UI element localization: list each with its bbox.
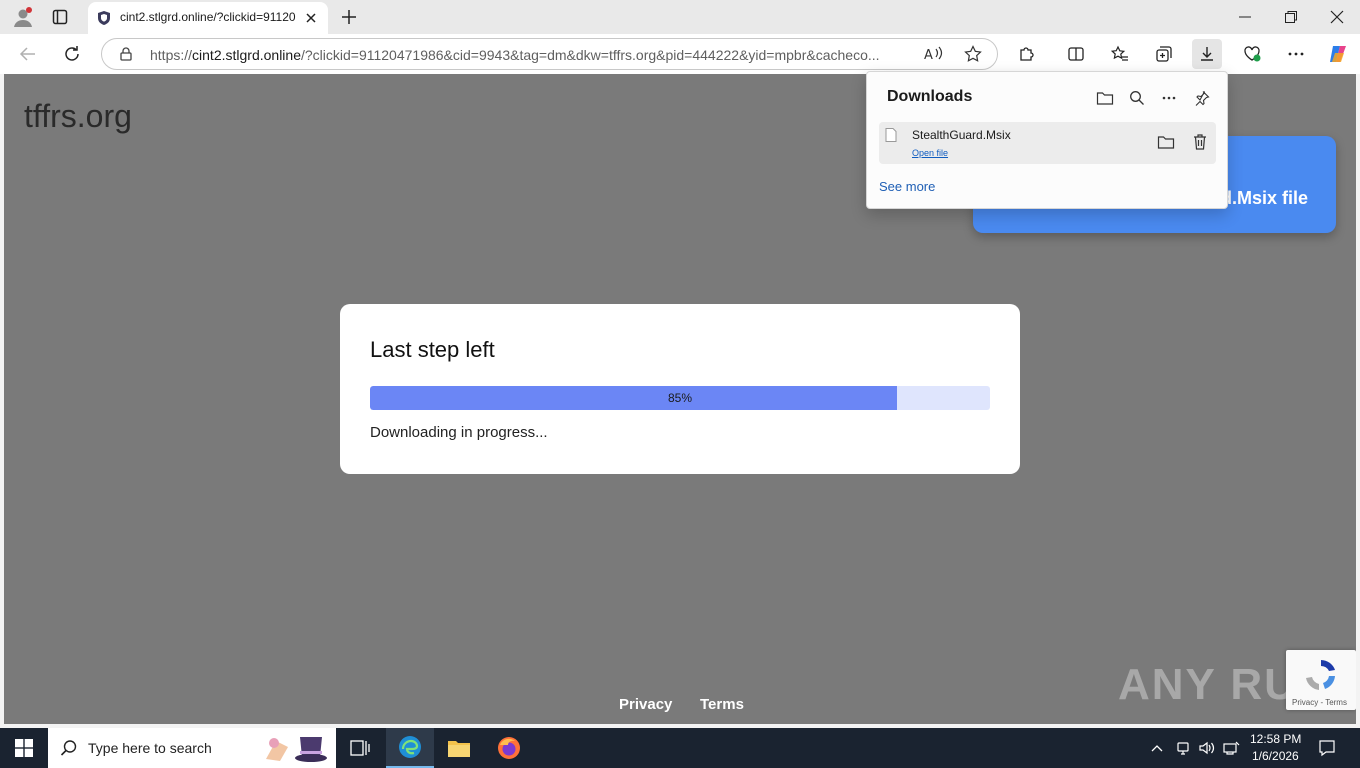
download-icon: [1201, 47, 1213, 61]
url-text[interactable]: https://cint2.stlgrd.online/?clickid=911…: [150, 47, 910, 63]
tab-close-icon[interactable]: [302, 9, 320, 27]
title-bar: cint2.stlgrd.online/?clickid=91120: [0, 0, 1360, 34]
minimize-icon[interactable]: [1238, 10, 1252, 24]
svg-text:A: A: [924, 48, 933, 63]
card-text: d.Msix file: [1220, 188, 1308, 208]
copilot-icon[interactable]: [1323, 39, 1353, 69]
privacy-link[interactable]: Privacy: [619, 696, 672, 713]
downloads-button[interactable]: [1192, 39, 1222, 69]
firefox-button[interactable]: [485, 728, 533, 768]
volume-icon[interactable]: [1198, 740, 1216, 756]
site-name: tffrs.org: [24, 98, 132, 134]
more-menu-icon[interactable]: [1281, 39, 1311, 69]
extensions-icon[interactable]: [1012, 39, 1042, 69]
edge-icon: [399, 736, 421, 758]
lock-icon[interactable]: [119, 47, 133, 61]
search-downloads-icon[interactable]: [1124, 86, 1150, 110]
browser-tab[interactable]: cint2.stlgrd.online/?clickid=91120: [88, 2, 328, 34]
download-item[interactable]: StealthGuard.Msix Open file: [879, 122, 1216, 164]
progress-modal: Last step left 85% Downloading in progre…: [340, 304, 1020, 474]
notification-icon[interactable]: [1318, 739, 1336, 757]
refresh-icon[interactable]: [57, 39, 87, 69]
new-tab-icon[interactable]: [340, 8, 358, 26]
shield-favicon-icon: [96, 10, 112, 26]
open-folder-icon[interactable]: [1092, 86, 1118, 110]
firefox-icon: [498, 737, 520, 759]
file-icon: [885, 128, 897, 142]
address-bar[interactable]: https://cint2.stlgrd.online/?clickid=911…: [101, 38, 998, 70]
folder-icon: [448, 741, 470, 757]
windows-icon: [15, 739, 33, 757]
progress-label: 85%: [667, 391, 693, 405]
network-status-icon[interactable]: [1175, 740, 1191, 756]
profile-icon[interactable]: [12, 6, 34, 28]
collections-icon[interactable]: [1149, 39, 1179, 69]
progress-bar: 85%: [370, 386, 990, 410]
file-explorer-button[interactable]: [435, 728, 483, 768]
search-placeholder: Type here to search: [88, 740, 212, 756]
clock-date[interactable]: 1/6/2026: [1252, 749, 1299, 763]
split-screen-icon[interactable]: [1061, 39, 1091, 69]
see-more-link[interactable]: See more: [879, 179, 935, 194]
open-file-link[interactable]: Open file: [912, 148, 948, 158]
modal-title: Last step left: [370, 337, 495, 362]
start-button[interactable]: [0, 728, 48, 768]
clock-time[interactable]: 12:58 PM: [1250, 732, 1301, 746]
show-in-folder-icon[interactable]: [1157, 134, 1175, 150]
task-view-icon: [350, 740, 370, 756]
taskbar: Type here to search 12:58 PM 1/6/2026: [0, 728, 1360, 768]
back-icon[interactable]: [13, 39, 43, 69]
recaptcha-links[interactable]: Privacy - Terms: [1292, 698, 1347, 707]
recaptcha-icon: [1302, 656, 1340, 694]
downloads-title: Downloads: [887, 88, 973, 105]
browser-toolbar: https://cint2.stlgrd.online/?clickid=911…: [0, 34, 1360, 74]
task-view-button[interactable]: [336, 728, 384, 768]
network-icon[interactable]: [1222, 740, 1240, 756]
read-aloud-icon[interactable]: A: [924, 45, 944, 63]
downloads-panel: Downloads StealthGuard.Msix Open file Se…: [866, 71, 1228, 209]
taskbar-search[interactable]: Type here to search: [48, 728, 336, 768]
recaptcha-badge[interactable]: Privacy - Terms: [1286, 650, 1356, 710]
pin-icon[interactable]: [1189, 86, 1215, 110]
show-hidden-icons[interactable]: [1150, 741, 1164, 755]
edge-taskbar-button[interactable]: [386, 728, 434, 768]
search-icon: [60, 739, 78, 757]
search-highlight-icon: [260, 731, 332, 765]
browser-essentials-icon[interactable]: [1237, 39, 1267, 69]
tab-actions-icon[interactable]: [52, 9, 68, 25]
tab-title: cint2.stlgrd.online/?clickid=91120: [120, 10, 296, 24]
terms-link[interactable]: Terms: [700, 696, 744, 713]
window-close-icon[interactable]: [1330, 10, 1344, 24]
favorite-star-icon[interactable]: [964, 45, 982, 63]
delete-icon[interactable]: [1192, 133, 1208, 151]
status-text: Downloading in progress...: [370, 424, 548, 441]
download-filename: StealthGuard.Msix: [912, 128, 1011, 142]
favorites-icon[interactable]: [1105, 39, 1135, 69]
more-options-icon[interactable]: [1156, 86, 1182, 110]
restore-icon[interactable]: [1284, 10, 1298, 24]
